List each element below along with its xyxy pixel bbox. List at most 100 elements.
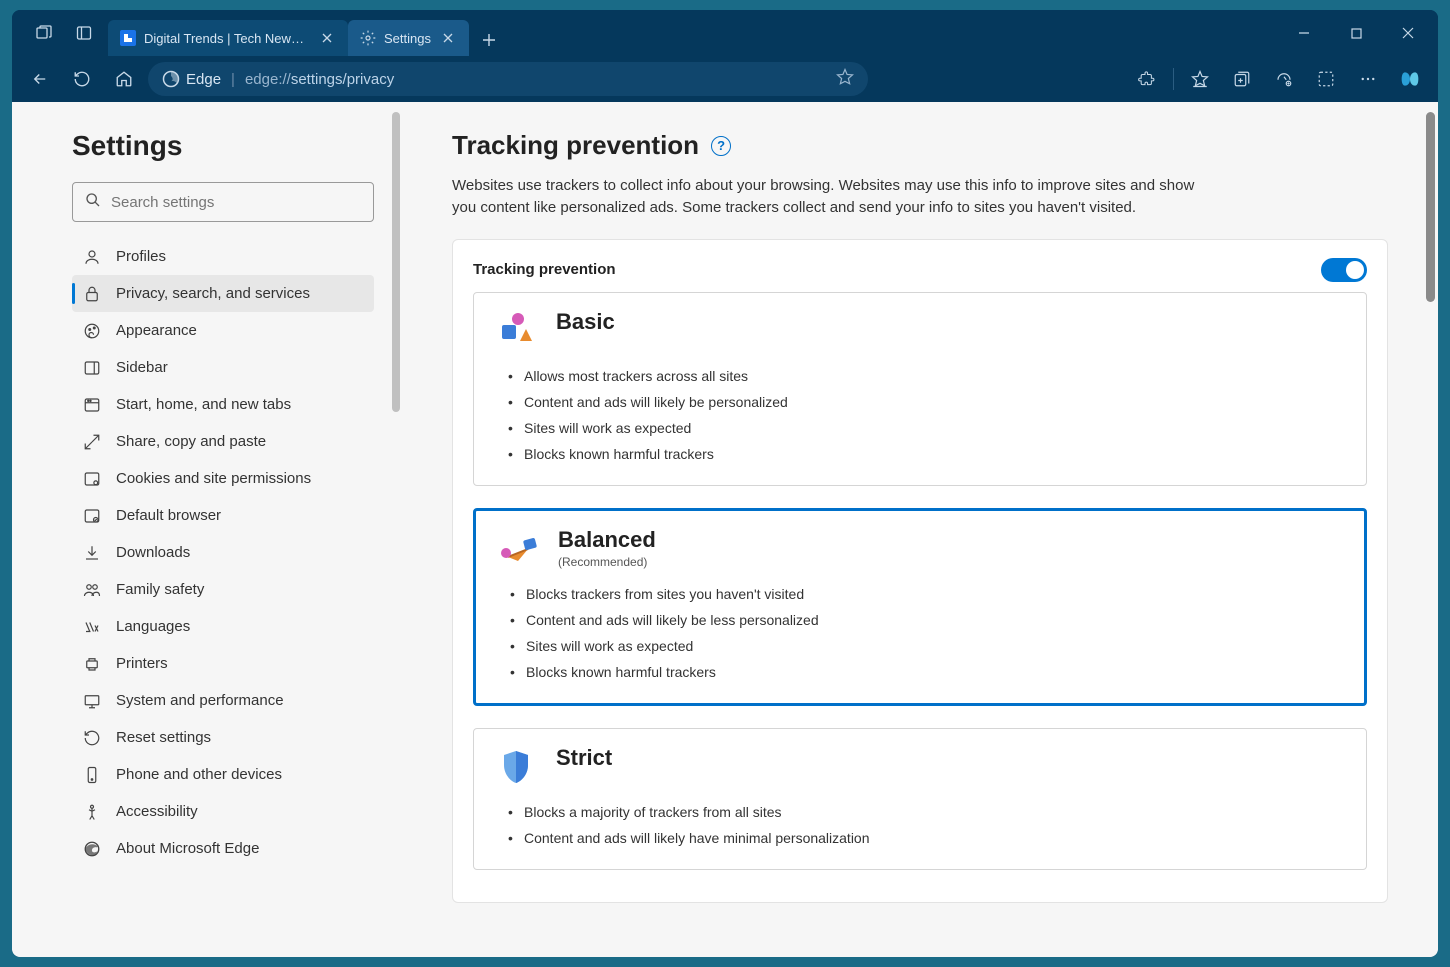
address-url: edge://settings/privacy bbox=[245, 71, 394, 88]
sidebar-item-cookies-and-site-permissions[interactable]: Cookies and site permissions bbox=[72, 460, 374, 497]
help-icon[interactable]: ? bbox=[711, 136, 731, 156]
settings-search[interactable] bbox=[72, 182, 374, 222]
favorites-icon[interactable] bbox=[1182, 61, 1218, 97]
sidebar-item-sidebar[interactable]: Sidebar bbox=[72, 349, 374, 386]
nav-label: Reset settings bbox=[116, 729, 211, 746]
favorite-star-icon[interactable] bbox=[836, 68, 854, 90]
page-title: Tracking prevention bbox=[452, 130, 699, 161]
toolbar: Edge | edge://settings/privacy bbox=[12, 56, 1438, 102]
close-window-button[interactable] bbox=[1386, 17, 1430, 49]
sidebar-item-privacy-search-and-services[interactable]: Privacy, search, and services bbox=[72, 275, 374, 312]
nav-icon bbox=[82, 321, 102, 341]
sidebar-scrollbar[interactable] bbox=[392, 112, 400, 412]
nav-icon bbox=[82, 469, 102, 489]
sidebar-item-share-copy-and-paste[interactable]: Share, copy and paste bbox=[72, 423, 374, 460]
sidebar-item-about-microsoft-edge[interactable]: About Microsoft Edge bbox=[72, 830, 374, 867]
collections-icon[interactable] bbox=[1224, 61, 1260, 97]
option-bullet: Blocks known harmful trackers bbox=[510, 659, 1344, 685]
nav-label: Profiles bbox=[116, 248, 166, 265]
settings-sidebar: Settings Profiles Privacy, search, and se… bbox=[12, 102, 402, 957]
address-app-label: Edge bbox=[186, 71, 221, 88]
option-title: Balanced bbox=[558, 527, 656, 553]
nav-icon bbox=[82, 358, 102, 378]
sidebar-item-accessibility[interactable]: Accessibility bbox=[72, 793, 374, 830]
option-bullet: Sites will work as expected bbox=[510, 633, 1344, 659]
sidebar-item-downloads[interactable]: Downloads bbox=[72, 534, 374, 571]
nav-icon bbox=[82, 617, 102, 637]
performance-icon[interactable] bbox=[1266, 61, 1302, 97]
sidebar-item-system-and-performance[interactable]: System and performance bbox=[72, 682, 374, 719]
sidebar-item-default-browser[interactable]: Default browser bbox=[72, 497, 374, 534]
option-bullets: Allows most trackers across all sitesCon… bbox=[494, 363, 1346, 467]
browser-window: Digital Trends | Tech News, Revie Settin… bbox=[12, 10, 1438, 957]
tab-digital-trends[interactable]: Digital Trends | Tech News, Revie bbox=[108, 20, 348, 56]
refresh-button[interactable] bbox=[64, 61, 100, 97]
tracking-option-basic[interactable]: BasicAllows most trackers across all sit… bbox=[473, 292, 1367, 486]
settings-nav: Profiles Privacy, search, and services App… bbox=[72, 238, 374, 867]
extensions-icon[interactable] bbox=[1129, 61, 1165, 97]
nav-label: Family safety bbox=[116, 581, 204, 598]
tab-settings[interactable]: Settings bbox=[348, 20, 469, 56]
option-bullets: Blocks a majority of trackers from all s… bbox=[494, 799, 1346, 851]
main-scrollbar[interactable] bbox=[1426, 112, 1435, 302]
nav-label: Phone and other devices bbox=[116, 766, 282, 783]
nav-label: Start, home, and new tabs bbox=[116, 396, 291, 413]
sidebar-item-languages[interactable]: Languages bbox=[72, 608, 374, 645]
nav-icon bbox=[82, 395, 102, 415]
option-bullet: Sites will work as expected bbox=[508, 415, 1346, 441]
nav-label: About Microsoft Edge bbox=[116, 840, 259, 857]
close-tab-icon[interactable] bbox=[318, 29, 336, 47]
home-button[interactable] bbox=[106, 61, 142, 97]
back-button[interactable] bbox=[22, 61, 58, 97]
sidebar-item-profiles[interactable]: Profiles bbox=[72, 238, 374, 275]
tab-title: Settings bbox=[384, 31, 431, 46]
more-menu-icon[interactable] bbox=[1350, 61, 1386, 97]
nav-label: Default browser bbox=[116, 507, 221, 524]
copilot-icon[interactable] bbox=[1392, 61, 1428, 97]
sidebar-item-start-home-and-new-tabs[interactable]: Start, home, and new tabs bbox=[72, 386, 374, 423]
edge-logo-icon: Edge bbox=[162, 70, 221, 88]
nav-icon bbox=[82, 691, 102, 711]
settings-favicon-icon bbox=[360, 30, 376, 46]
sidebar-heading: Settings bbox=[72, 130, 374, 162]
option-subtitle: (Recommended) bbox=[558, 555, 656, 569]
nav-label: Languages bbox=[116, 618, 190, 635]
nav-label: Accessibility bbox=[116, 803, 198, 820]
option-bullets: Blocks trackers from sites you haven't v… bbox=[496, 581, 1344, 685]
settings-search-input[interactable] bbox=[111, 194, 361, 211]
minimize-button[interactable] bbox=[1282, 17, 1326, 49]
sidebar-item-phone-and-other-devices[interactable]: Phone and other devices bbox=[72, 756, 374, 793]
tracking-option-balanced[interactable]: Balanced (Recommended) Blocks trackers fro… bbox=[473, 508, 1367, 706]
nav-icon bbox=[82, 284, 102, 304]
sidebar-item-printers[interactable]: Printers bbox=[72, 645, 374, 682]
tab-actions-icon[interactable] bbox=[28, 17, 60, 49]
new-tab-button[interactable] bbox=[473, 24, 505, 56]
close-tab-icon[interactable] bbox=[439, 29, 457, 47]
maximize-button[interactable] bbox=[1334, 17, 1378, 49]
toggle-label: Tracking prevention bbox=[473, 261, 616, 278]
nav-label: Printers bbox=[116, 655, 168, 672]
tracking-option-strict[interactable]: Strict Blocks a majority of trackers from… bbox=[473, 728, 1367, 870]
option-bullet: Blocks a majority of trackers from all s… bbox=[508, 799, 1346, 825]
nav-label: Share, copy and paste bbox=[116, 433, 266, 450]
vertical-tabs-icon[interactable] bbox=[68, 17, 100, 49]
sidebar-item-reset-settings[interactable]: Reset settings bbox=[72, 719, 374, 756]
page-description: Websites use trackers to collect info ab… bbox=[452, 175, 1212, 219]
sidebar-item-family-safety[interactable]: Family safety bbox=[72, 571, 374, 608]
screenshot-icon[interactable] bbox=[1308, 61, 1344, 97]
tracking-prevention-toggle[interactable] bbox=[1321, 258, 1367, 282]
address-bar[interactable]: Edge | edge://settings/privacy bbox=[148, 62, 868, 96]
balanced-icon bbox=[496, 527, 540, 571]
option-title: Strict bbox=[556, 745, 612, 771]
toolbar-separator bbox=[1173, 68, 1174, 90]
nav-icon bbox=[82, 543, 102, 563]
sidebar-item-appearance[interactable]: Appearance bbox=[72, 312, 374, 349]
nav-label: Cookies and site permissions bbox=[116, 470, 311, 487]
title-bar: Digital Trends | Tech News, Revie Settin… bbox=[12, 10, 1438, 56]
tab-title: Digital Trends | Tech News, Revie bbox=[144, 31, 310, 46]
nav-label: Downloads bbox=[116, 544, 190, 561]
nav-icon bbox=[82, 432, 102, 452]
nav-label: Appearance bbox=[116, 322, 197, 339]
option-bullet: Content and ads will likely be personali… bbox=[508, 389, 1346, 415]
option-bullet: Allows most trackers across all sites bbox=[508, 363, 1346, 389]
